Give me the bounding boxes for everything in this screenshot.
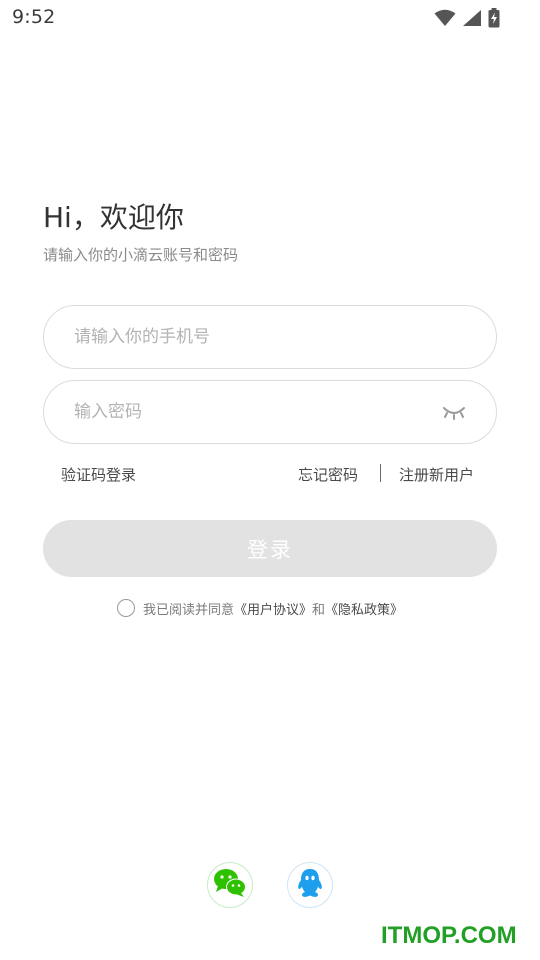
phone-field[interactable] — [43, 305, 497, 369]
phone-input[interactable] — [74, 306, 434, 368]
wifi-icon — [434, 9, 456, 27]
login-button[interactable]: 登录 — [43, 520, 497, 577]
password-field[interactable] — [43, 380, 497, 444]
agreement-prefix: 我已阅读并同意 — [143, 602, 235, 618]
user-agreement-link[interactable]: 《用户协议》 — [234, 599, 312, 618]
register-link[interactable]: 注册新用户 — [399, 464, 474, 485]
sms-login-link[interactable]: 验证码登录 — [61, 464, 136, 485]
qq-login-button[interactable] — [287, 862, 333, 908]
status-icons — [434, 8, 500, 28]
password-input[interactable] — [74, 381, 434, 443]
status-bar: 9:52 — [0, 0, 540, 36]
page-subtitle: 请输入你的小滴云账号和密码 — [43, 246, 239, 264]
agreement-row: 我已阅读并同意 《用户协议》 和 《隐私政策》 — [117, 598, 403, 618]
wechat-login-button[interactable] — [207, 862, 253, 908]
qq-icon — [296, 868, 324, 902]
page-title: Hi，欢迎你 — [43, 201, 184, 234]
forgot-password-link[interactable]: 忘记密码 — [298, 464, 358, 485]
status-time: 9:52 — [12, 6, 56, 28]
agreement-conjunction: 和 — [312, 602, 326, 618]
eye-closed-icon[interactable] — [442, 401, 466, 423]
cell-signal-icon — [462, 9, 482, 27]
battery-charging-icon — [488, 8, 500, 28]
agreement-checkbox[interactable] — [117, 599, 135, 617]
privacy-policy-link[interactable]: 《隐私政策》 — [325, 599, 403, 618]
watermark: ITMOP.COM — [381, 922, 517, 949]
link-divider — [380, 464, 381, 482]
wechat-icon — [213, 868, 247, 902]
login-screen: 9:52 Hi，欢迎你 请输入你的小滴云账号和密码 请输入你的手机号 验证码登录… — [0, 0, 540, 960]
